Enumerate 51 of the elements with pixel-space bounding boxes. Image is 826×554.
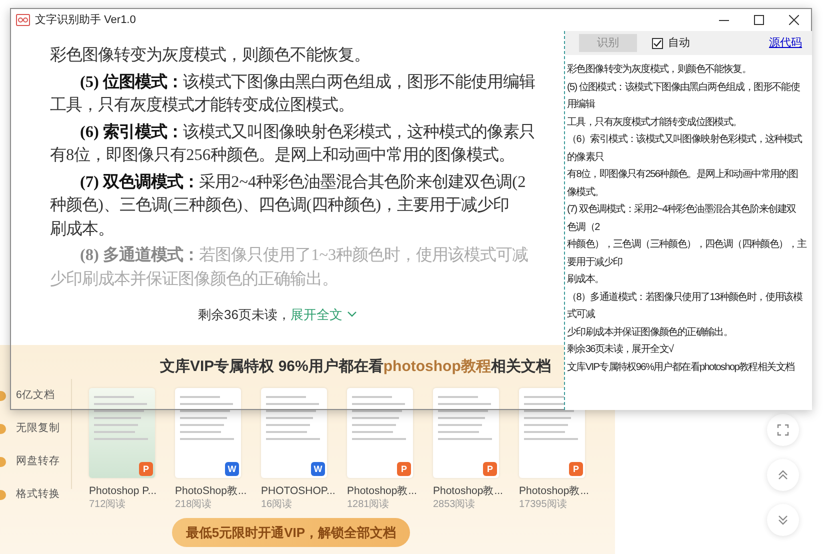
feature-label: 网盘转存 [16,454,60,469]
file-type-badge: P [139,462,153,476]
file-type-badge: P [569,462,583,476]
unlock-vip-button[interactable]: 最低5元限时开通VIP，解锁全部文档 [172,518,410,547]
paragraph: (5) 位图模式：该模式下图像由黑白两色组成，图形不能使用编辑 工具，只有灰度模式才能转变成位图模式。 [50,70,536,116]
scroll-top-button[interactable] [767,459,799,491]
app-logo-icon [16,14,30,26]
checkmark-icon [653,38,662,48]
close-icon [788,15,798,25]
source-code-link[interactable]: 源代码 [769,34,802,52]
feature-icon [0,424,6,434]
feature-icon [0,490,6,500]
document-thumbnail[interactable]: W [261,388,327,478]
document-title[interactable]: PhotoShop教... [175,484,255,498]
document-title[interactable]: Photoshop教... [433,484,513,498]
file-type-badge: P [483,462,497,476]
fullscreen-button[interactable] [767,414,799,446]
feature-label: 无限复制 [16,420,60,436]
remaining-pages-text: 剩余36页未读， [198,306,290,324]
expand-icon [777,424,789,436]
vip-title: 文库VIP专属特权 96%用户都在看photoshop教程相关文档 [160,357,551,377]
document-title[interactable]: PHOTOSHOP... [261,484,341,498]
feature-icon [0,390,6,400]
document-title[interactable]: Photoshop P... [89,484,169,498]
scroll-bottom-button[interactable] [767,504,799,536]
file-type-badge: P [397,462,411,476]
paragraph: (6) 索引模式：该模式又叫图像映射色彩模式，这种模式的像素只 有8位，即图像只有256种颜色。是网上和动画中常用的图像模式。 [50,120,536,166]
file-type-badge: W [311,462,325,476]
ocr-result-field[interactable]: 彩色图像转变为灰度模式，则颜色不能恢复。 (5) 位图模式：该模式下图像由黑白两色组成，图形不能使 用编辑 工具，只有灰度模式才能转变成位图模式。 （6）索引模式：该模式又叫图像映射色彩模式，这种模式 的像素只 有8位，即图像只有256种颜色。是网上和动画中常用的图 像模式。 (7) 双色调模式：采用2~4种彩色油墨混合其色阶来创建双 色调（2 种颜色），三色调（三种颜色），四色调（四种颜色），主 要用于减少印 刷成本。 （8）多通道模式：若图像只使用了13种颜色时，使用该模 式可减 少印刷成本并保证图像颜色的正确输出。 剩余36页未读，展开全文√ 文库VIP专属特权96%用户都在看photoshop教程相关文档 [565,55,812,376]
chevron-down-icon [347,311,358,318]
read-count: 2853阅读 [433,498,476,512]
read-count: 712阅读 [89,498,127,512]
window-title: 文字识别助手 Ver1.0 [35,12,136,28]
feature-label: 6亿文档 [16,388,55,403]
read-count: 16阅读 [261,498,294,512]
auto-checkbox[interactable]: 自动 [652,34,690,52]
paragraph: (8) 多通道模式：若图像只使用了1~3种颜色时，使用该模式可减 少印刷成本并保证图像颜色的正确输出。 [50,244,528,290]
file-type-badge: W [225,462,239,476]
document-thumbnail[interactable]: W [175,388,241,478]
paragraph: (7) 双色调模式：采用2~4种彩色油墨混合其色阶来创建双色调(2 种颜色)、三色调(三种颜色)、四色调(四种颜色)，主要用于减少印 刷成本。 [50,170,526,240]
read-count: 1281阅读 [347,498,390,512]
read-count: 17395阅读 [519,498,568,512]
document-title[interactable]: Photoshop教... [347,484,427,498]
maximize-icon [754,15,764,25]
document-title[interactable]: Photoshop教... [519,484,599,498]
double-chevron-down-icon [777,514,789,526]
feature-label: 格式转换 [16,486,60,502]
read-count: 218阅读 [175,498,213,512]
feature-icon [0,456,6,466]
double-chevron-up-icon [777,469,789,481]
paragraph: 彩色图像转变为灰度模式，则颜色不能恢复。 [50,44,370,66]
